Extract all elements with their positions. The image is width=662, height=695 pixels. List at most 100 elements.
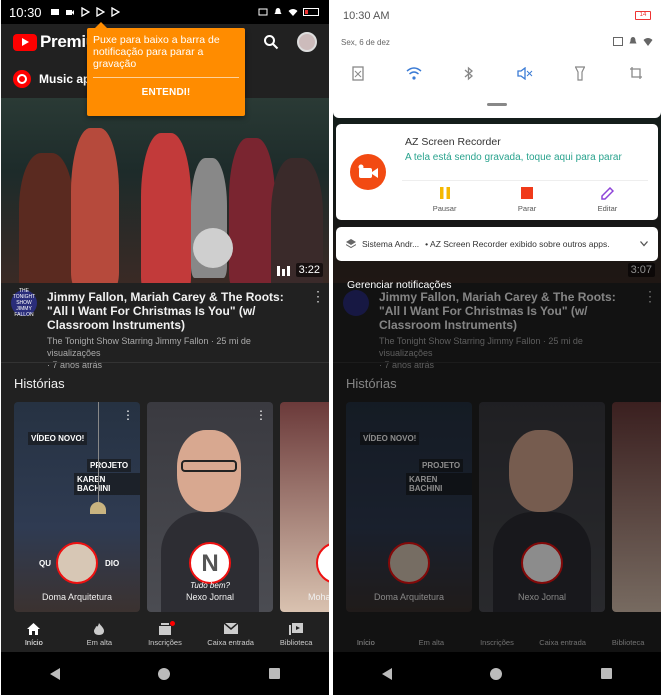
- edit-label: Editar: [597, 204, 618, 213]
- equalizer-icon: [277, 266, 291, 276]
- tooltip-text: Puxe para baixo a barra de notificação p…: [93, 34, 220, 70]
- nav-label: Biblioteca: [279, 637, 313, 647]
- video-title[interactable]: Jimmy Fallon, Mariah Carey & The Roots: …: [47, 290, 301, 332]
- expand-handle[interactable]: [487, 103, 507, 106]
- cast-icon: [613, 37, 623, 46]
- qs-tile-flashlight[interactable]: [571, 64, 589, 82]
- story-avatar[interactable]: [56, 542, 98, 584]
- nav-inbox[interactable]: Caixa entrada: [201, 623, 261, 647]
- stop-icon: [521, 187, 534, 199]
- story-tag: KAREN BACHINI: [74, 473, 140, 495]
- edit-button[interactable]: Editar: [597, 186, 618, 213]
- recents-icon[interactable]: [268, 668, 280, 679]
- system-nav-bar: [1, 652, 329, 695]
- story-avatar[interactable]: [316, 542, 329, 584]
- story-menu-icon[interactable]: ⋮: [122, 408, 134, 422]
- quick-settings-tiles: [349, 64, 645, 82]
- battery-indicator: 14: [635, 11, 651, 20]
- nav-label: Caixa entrada: [207, 637, 254, 647]
- system-notification[interactable]: Sistema Andr... • AZ Screen Recorder exi…: [336, 227, 658, 261]
- lamp-shade: [90, 502, 106, 514]
- volume-mute-icon: [517, 66, 533, 80]
- video-channel-line: The Tonight Show Starring Jimmy Fallon ·…: [47, 336, 251, 358]
- wifi-icon: [288, 9, 298, 16]
- new-dot-badge: [169, 620, 175, 626]
- nav-trending[interactable]: Em alta: [69, 622, 129, 647]
- nav-library[interactable]: Biblioteca: [266, 622, 326, 647]
- pause-icon: [439, 187, 450, 199]
- qs-tile-rotate[interactable]: [627, 64, 645, 82]
- story-tag: DIO: [105, 559, 120, 568]
- library-icon: [289, 622, 304, 635]
- tooltip-ok-button[interactable]: ENTENDI!: [93, 87, 239, 99]
- home-button-icon[interactable]: [490, 667, 503, 680]
- system-nav-bar: [333, 652, 661, 695]
- story-caption: Tudo bem?: [190, 581, 230, 590]
- video-info[interactable]: THE TONIGHT SHOW JIMMY FALLON Jimmy Fall…: [11, 288, 325, 371]
- notification-app-name: AZ Screen Recorder: [405, 136, 501, 148]
- recorder-app-icon: [350, 154, 386, 190]
- flame-icon: [94, 622, 105, 635]
- recents-icon[interactable]: [600, 668, 612, 679]
- nav-home[interactable]: Início: [4, 622, 64, 647]
- back-icon[interactable]: [382, 667, 393, 680]
- home-button-icon[interactable]: [158, 667, 171, 680]
- story-menu-icon[interactable]: ⋮: [255, 408, 267, 422]
- nav-label: Em alta: [86, 637, 113, 647]
- qs-tile-bluetooth[interactable]: [460, 64, 478, 82]
- story-tag: QU: [39, 559, 51, 568]
- flashlight-icon: [575, 65, 586, 81]
- shade-date[interactable]: Sex, 6 de dez: [341, 38, 390, 47]
- notification-message[interactable]: A tela está sendo gravada, toque aqui pa…: [405, 152, 622, 163]
- youtube-play-icon: [13, 33, 37, 51]
- status-right: [258, 7, 321, 17]
- stories-heading: Histórias: [14, 376, 65, 391]
- recorder-notification[interactable]: AZ Screen Recorder A tela está sendo gra…: [336, 124, 658, 220]
- qs-tile-data[interactable]: [349, 64, 367, 82]
- video-menu-icon[interactable]: ⋮: [311, 289, 325, 371]
- video-age: · 7 anos atrás: [47, 360, 103, 370]
- pause-button[interactable]: Pausar: [432, 186, 457, 213]
- story-card[interactable]: ⋮ N Tudo bem? Nexo Jornal: [147, 402, 273, 612]
- chevron-down-icon[interactable]: [640, 241, 648, 247]
- recording-tooltip: Puxe para baixo a barra de notificação p…: [87, 22, 245, 116]
- story-tag: PROJETO: [87, 459, 132, 472]
- layers-icon: [346, 239, 356, 249]
- account-avatar[interactable]: [297, 32, 317, 52]
- thumb-figure: [71, 128, 119, 283]
- photo-icon: [50, 9, 59, 15]
- lamp-cord: [98, 402, 99, 502]
- stop-label: Parar: [517, 204, 537, 213]
- qs-tile-sound[interactable]: [516, 64, 534, 82]
- music-icon: [13, 70, 31, 88]
- nav-subscriptions[interactable]: Inscrições: [135, 620, 195, 647]
- play-store-icon: [80, 7, 90, 17]
- channel-avatar[interactable]: THE TONIGHT SHOW JIMMY FALLON: [11, 288, 37, 318]
- shade-status-icons: [613, 37, 653, 46]
- thumb-figure: [229, 138, 275, 283]
- video-camera-icon: [358, 164, 378, 178]
- thumb-figure: [19, 153, 74, 283]
- stop-button[interactable]: Parar: [518, 186, 536, 213]
- story-avatar[interactable]: N: [189, 542, 231, 584]
- search-icon[interactable]: [263, 34, 279, 50]
- story-card[interactable]: ⋮ VÍDEO NOVO! PROJETO KAREN BACHINI QU D…: [14, 402, 140, 612]
- video-thumbnail[interactable]: 3:22: [1, 98, 329, 283]
- mail-icon: [223, 623, 238, 634]
- svg-text:N: N: [201, 550, 218, 577]
- back-icon[interactable]: [50, 667, 61, 680]
- wifi-icon: [406, 66, 422, 80]
- quick-settings-panel: 10:30 AM 14 Sex, 6 de dez: [333, 0, 661, 118]
- pause-label: Pausar: [432, 204, 457, 213]
- story-name: Moha: [308, 592, 329, 602]
- bottom-nav: Início Em alta Inscrições Caixa entrada …: [1, 617, 329, 652]
- stories-row: ⋮ VÍDEO NOVO! PROJETO KAREN BACHINI QU D…: [14, 402, 329, 612]
- tooltip-divider: [93, 77, 239, 78]
- mute-icon: [274, 8, 282, 14]
- manage-notifications-link[interactable]: Gerenciar notificações: [347, 279, 451, 291]
- story-name: Nexo Jornal: [185, 592, 235, 602]
- qs-tile-wifi[interactable]: [405, 64, 423, 82]
- wifi-icon: [643, 38, 653, 46]
- story-card[interactable]: Moha: [280, 402, 329, 612]
- system-notif-source: Sistema Andr...: [362, 239, 420, 249]
